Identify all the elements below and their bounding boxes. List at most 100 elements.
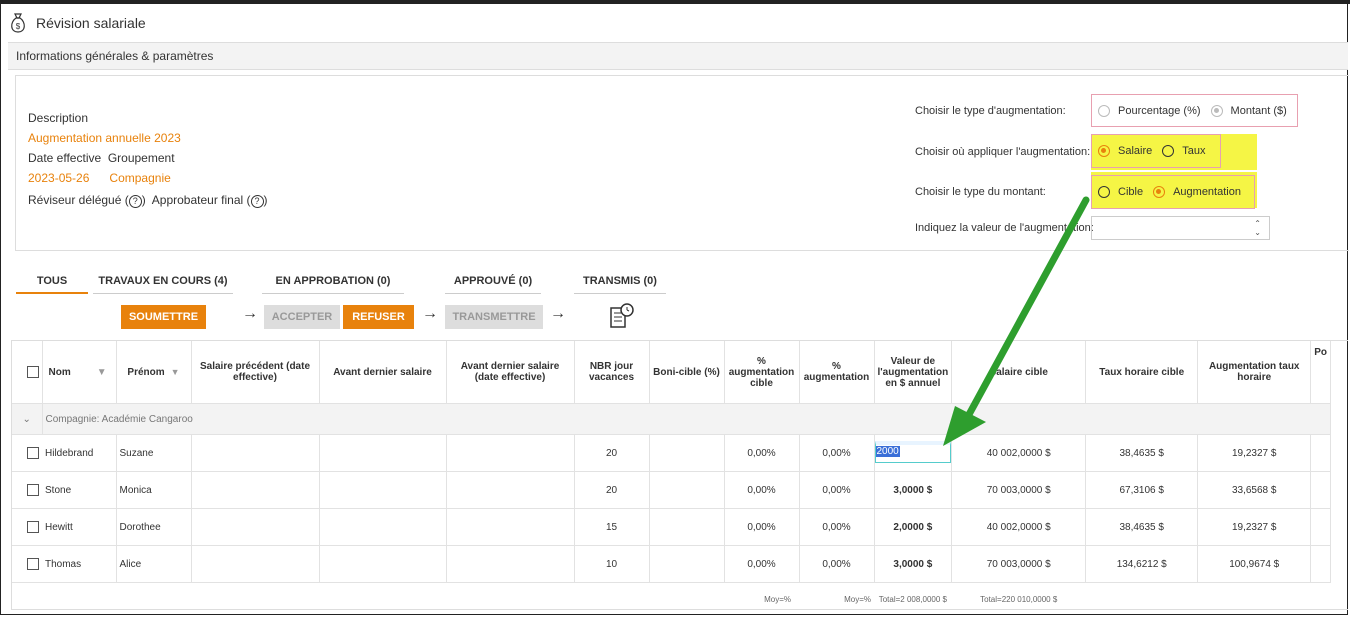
- cell-second-last-salary[interactable]: [319, 508, 447, 546]
- footer-avg-target: Moy=%: [12, 582, 799, 609]
- cell-second-last-salary[interactable]: [319, 545, 447, 583]
- footer-row: Moy=% Moy=% Total=2 008,0000 $ Total=220…: [12, 582, 1331, 609]
- increase-value-input[interactable]: ⌃ ⌄: [1091, 216, 1270, 240]
- accept-button[interactable]: ACCEPTER: [264, 305, 340, 329]
- header-target-bonus[interactable]: Boni-cible (%): [649, 341, 725, 404]
- tab-in-progress[interactable]: TRAVAUX EN COURS (4): [93, 270, 233, 294]
- title-bar: $ Révision salariale: [8, 6, 1350, 40]
- group-row[interactable]: ⌄ Compagnie: Académie Cangaroo: [12, 403, 1332, 435]
- radio-increase[interactable]: [1153, 186, 1166, 198]
- radio-salary[interactable]: [1098, 145, 1110, 157]
- tab-in-approval[interactable]: EN APPROBATION (0): [262, 270, 404, 294]
- cell-target-pct: 0,00%: [724, 508, 800, 546]
- cell-bonus[interactable]: [649, 471, 725, 509]
- cell-target-rate: 67,3106 $: [1085, 471, 1199, 509]
- header-row: Nom ▼ Prénom ▼ Salaire précédent (date ef…: [12, 341, 1332, 404]
- svg-text:$: $: [16, 22, 21, 31]
- cell-prev-salary-date[interactable]: [191, 508, 320, 546]
- cell-target-rate: 38,4635 $: [1085, 508, 1199, 546]
- tab-transmitted[interactable]: TRANSMIS (0): [574, 270, 666, 294]
- cell-second-last-salary[interactable]: [319, 471, 447, 509]
- header-nom[interactable]: Nom: [42, 341, 88, 404]
- table-row[interactable]: Hewitt Dorothee 15 0,00% 0,00% 2,0000 $ …: [12, 508, 1332, 546]
- cell-increase-value[interactable]: 3,0000 $: [874, 471, 953, 509]
- cell-increase-value[interactable]: 3,0000 $: [874, 545, 953, 583]
- cell-bonus[interactable]: [649, 434, 725, 472]
- cell-truncated[interactable]: [1310, 434, 1332, 472]
- radio-percentage[interactable]: [1098, 104, 1110, 117]
- radio-rate-label: Taux: [1182, 145, 1206, 157]
- header-target-salary[interactable]: Salaire cible: [951, 341, 1087, 404]
- row-checkbox[interactable]: [12, 471, 42, 509]
- arrow-right-icon: →: [242, 305, 258, 322]
- cell-prev-salary-date[interactable]: [191, 471, 320, 509]
- filter-icon[interactable]: ▼: [88, 341, 117, 404]
- cell-prev-salary-date[interactable]: [191, 545, 320, 583]
- cell-second-last-salary-date[interactable]: [446, 471, 575, 509]
- table-row[interactable]: Stone Monica 20 0,00% 0,00% 3,0000 $ 70 …: [12, 471, 1332, 509]
- header-second-last-salary[interactable]: Avant dernier salaire: [319, 341, 447, 404]
- cell-nom: Hewitt: [42, 508, 117, 546]
- arrow-right-icon: →: [422, 305, 438, 322]
- cell-truncated[interactable]: [1310, 545, 1332, 583]
- footer-total-salary: Total=220 010,0000 $: [951, 582, 1086, 609]
- cell-target-pct: 0,00%: [724, 545, 800, 583]
- cell-bonus[interactable]: [649, 545, 725, 583]
- header-prev-salary-date[interactable]: Salaire précédent (date effective): [191, 341, 320, 404]
- header-truncated[interactable]: Po: [1310, 341, 1332, 404]
- submit-button[interactable]: SOUMETTRE: [121, 305, 206, 329]
- cell-prev-salary-date[interactable]: [191, 434, 320, 472]
- cell-second-last-salary-date[interactable]: [446, 545, 575, 583]
- cell-prenom: Dorothee: [116, 508, 192, 546]
- cell-second-last-salary-date[interactable]: [446, 434, 575, 472]
- section-header[interactable]: Informations générales & paramètres: [8, 42, 1348, 70]
- cell-truncated[interactable]: [1310, 508, 1332, 546]
- chevron-down-icon[interactable]: ⌄: [12, 403, 43, 435]
- cell-truncated[interactable]: [1310, 471, 1332, 509]
- cell-vacation: 10: [574, 545, 650, 583]
- radio-target-label: Cible: [1118, 186, 1144, 198]
- cell-increase-value[interactable]: 2,0000 $: [874, 508, 953, 546]
- header-target-increase-pct[interactable]: % augmentation cible: [724, 341, 800, 404]
- document-clock-icon[interactable]: [609, 302, 635, 330]
- reviewer-help-icon[interactable]: ?: [128, 195, 142, 208]
- cell-nom: Hildebrand: [42, 434, 117, 472]
- description-value: Augmentation annuelle 2023: [28, 131, 181, 145]
- header-increase-pct[interactable]: % augmentation: [799, 341, 875, 404]
- cell-increase-value-editor[interactable]: 2000: [874, 434, 953, 472]
- radio-amount[interactable]: [1210, 104, 1223, 117]
- header-vacation-days[interactable]: NBR jour vacances: [574, 341, 650, 404]
- header-select-all[interactable]: [12, 341, 43, 404]
- cell-second-last-salary[interactable]: [319, 434, 447, 472]
- spinner-icon[interactable]: ⌃ ⌄: [1254, 219, 1261, 237]
- money-bag-icon: $: [11, 13, 25, 33]
- transmit-button[interactable]: TRANSMETTRE: [445, 305, 543, 329]
- apply-label: Choisir où appliquer l'augmentation:: [915, 146, 1091, 158]
- radio-rate[interactable]: [1162, 145, 1175, 157]
- cell-second-last-salary-date[interactable]: [446, 508, 575, 546]
- header-prenom[interactable]: Prénom ▼: [116, 341, 192, 404]
- tab-approved[interactable]: APPROUVÉ (0): [445, 270, 541, 294]
- table-row[interactable]: Thomas Alice 10 0,00% 0,00% 3,0000 $ 70 …: [12, 545, 1332, 583]
- approver-help-icon[interactable]: ?: [250, 195, 264, 208]
- header-hourly-rate-increase[interactable]: Augmentation taux horaire: [1197, 341, 1312, 404]
- description-label: Description: [28, 111, 89, 125]
- reviewer-label: Réviseur délégué: [28, 193, 122, 207]
- row-checkbox[interactable]: [12, 434, 42, 472]
- tab-all[interactable]: TOUS: [16, 270, 88, 294]
- cell-bonus[interactable]: [649, 508, 725, 546]
- header-second-last-salary-date[interactable]: Avant dernier salaire (date effective): [446, 341, 575, 404]
- row-checkbox[interactable]: [12, 545, 42, 583]
- refuse-button[interactable]: REFUSER: [343, 305, 414, 329]
- radio-target[interactable]: [1098, 186, 1110, 198]
- cell-target-pct: 0,00%: [724, 471, 800, 509]
- table-row[interactable]: Hildebrand Suzane 20 0,00% 0,00% 2000 40…: [12, 434, 1332, 472]
- increase-value-selection[interactable]: 2000: [875, 446, 900, 457]
- filter-icon[interactable]: ▼: [171, 367, 180, 378]
- header-increase-value[interactable]: Valeur de l'augmentation en $ annuel: [874, 341, 953, 404]
- salary-table: Nom ▼ Prénom ▼ Salaire précédent (date ef…: [12, 341, 1332, 609]
- row-checkbox[interactable]: [12, 508, 42, 546]
- radio-percentage-label: Pourcentage (%): [1118, 104, 1201, 117]
- cell-pct: 0,00%: [799, 508, 875, 546]
- header-target-hourly-rate[interactable]: Taux horaire cible: [1085, 341, 1199, 404]
